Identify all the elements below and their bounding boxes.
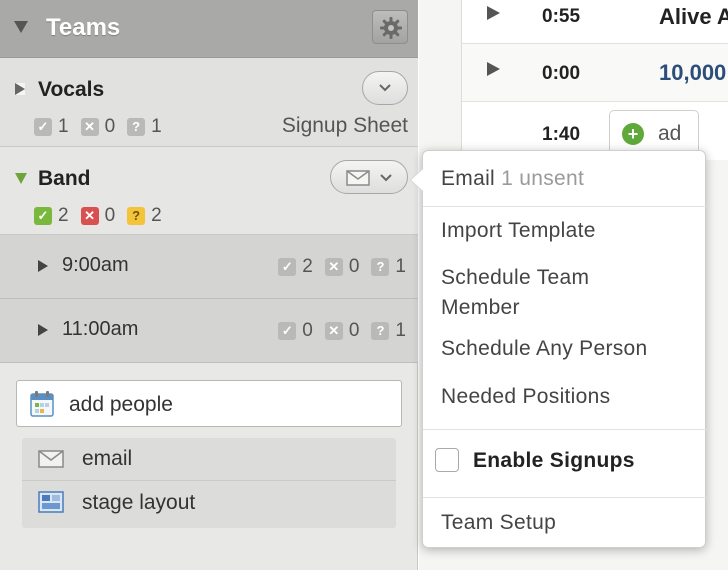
plus-icon: + xyxy=(622,123,644,145)
time-row[interactable]: 11:00am ✓ 0 ✕ 0 ? 1 xyxy=(0,299,418,363)
menu-item-import-template[interactable]: Import Template xyxy=(441,219,596,243)
declined-icon: ✕ xyxy=(80,207,99,225)
team-options-menu: Email 1 unsent Import Template Schedule … xyxy=(411,150,707,548)
confirmed-count: 0 xyxy=(302,320,313,341)
stage-layout-label: stage layout xyxy=(82,491,196,514)
menu-item-schedule-any-person[interactable]: Schedule Any Person xyxy=(441,337,648,361)
teams-title: Teams xyxy=(46,14,121,41)
item-title[interactable]: Alive A xyxy=(659,4,728,30)
chevron-down-icon xyxy=(379,84,391,92)
signup-sheet-link[interactable]: Signup Sheet xyxy=(282,114,408,138)
item-duration: 0:00 xyxy=(542,63,581,84)
unconfirmed-count: 2 xyxy=(151,205,162,226)
team-counts: ✓ 2 ✕ 0 ? 2 xyxy=(34,205,174,227)
item-title[interactable]: 10,000 xyxy=(659,60,726,86)
unconfirmed-count: 1 xyxy=(395,320,406,341)
schedule-row[interactable]: 0:55 Alive A xyxy=(462,0,728,44)
email-label: Email xyxy=(441,167,496,190)
add-item-label: ad xyxy=(658,122,682,145)
team-vocals: Vocals ✓ 1 ✕ 0 ? 1 Signup Sheet xyxy=(0,58,418,147)
team-counts: ✓ 1 ✕ 0 ? 1 xyxy=(34,116,174,138)
declined-count: 0 xyxy=(348,320,360,341)
menu-item-needed-positions[interactable]: Needed Positions xyxy=(441,385,610,409)
confirmed-icon: ✓ xyxy=(34,118,52,136)
email-status: 1 unsent xyxy=(501,167,585,190)
email-action[interactable]: email xyxy=(22,438,396,481)
unconfirmed-count: 1 xyxy=(395,256,406,277)
envelope-icon xyxy=(346,170,370,186)
menu-divider xyxy=(423,497,707,498)
schedule-team-member-line1: Schedule Team xyxy=(441,266,590,289)
enable-signups-checkbox[interactable] xyxy=(435,448,459,472)
time-counts: ✓ 2 ✕ 0 ? 1 xyxy=(266,256,406,278)
menu-item-email[interactable]: Email 1 unsent xyxy=(441,167,584,191)
collapse-teams-caret-icon[interactable] xyxy=(14,21,28,33)
unconfirmed-icon: ? xyxy=(371,322,390,340)
time-row[interactable]: 9:00am ✓ 2 ✕ 0 ? 1 xyxy=(0,235,418,299)
confirmed-icon: ✓ xyxy=(278,258,297,276)
gear-icon xyxy=(380,17,402,39)
time-label: 11:00am xyxy=(62,318,139,340)
time-label: 9:00am xyxy=(62,254,129,276)
menu-divider xyxy=(423,206,707,207)
envelope-icon xyxy=(38,450,64,468)
team-name[interactable]: Band xyxy=(38,167,91,191)
expand-team-caret-icon[interactable] xyxy=(15,83,25,95)
schedule-row[interactable]: 0:00 10,000 xyxy=(462,44,728,102)
teams-header[interactable]: Teams xyxy=(0,0,418,58)
team-options-button[interactable] xyxy=(362,71,408,105)
declined-count: 0 xyxy=(104,205,116,226)
play-icon[interactable] xyxy=(487,62,500,76)
declined-count: 0 xyxy=(348,256,360,277)
team-actions: email stage layout xyxy=(22,438,396,528)
unconfirmed-count: 1 xyxy=(151,116,162,137)
chevron-down-icon xyxy=(380,174,392,182)
confirmed-icon: ✓ xyxy=(278,322,297,340)
expand-time-caret-icon[interactable] xyxy=(38,260,48,272)
declined-icon: ✕ xyxy=(80,118,99,136)
add-people-label: add people xyxy=(69,393,173,416)
item-duration: 0:55 xyxy=(542,6,581,27)
team-name[interactable]: Vocals xyxy=(38,78,104,102)
add-people-button[interactable]: add people xyxy=(16,380,402,427)
menu-item-team-setup[interactable]: Team Setup xyxy=(441,511,556,535)
confirmed-count: 2 xyxy=(302,256,313,277)
menu-divider xyxy=(423,429,707,430)
declined-icon: ✕ xyxy=(324,258,343,276)
confirmed-count: 2 xyxy=(58,205,69,226)
enable-signups-label[interactable]: Enable Signups xyxy=(473,449,635,473)
calendar-icon xyxy=(30,391,54,417)
unconfirmed-icon: ? xyxy=(127,207,146,225)
declined-icon: ✕ xyxy=(324,322,343,340)
menu-pointer xyxy=(411,169,423,191)
team-options-button[interactable] xyxy=(330,160,408,194)
teams-panel: Teams Vocals ✓ 1 ✕ 0 ? 1 Signup Sheet Ba… xyxy=(0,0,418,570)
play-icon[interactable] xyxy=(487,6,500,20)
stage-layout-action[interactable]: stage layout xyxy=(22,482,396,525)
unconfirmed-icon: ? xyxy=(371,258,390,276)
email-action-label: email xyxy=(82,447,133,470)
schedule-team-member-line2: Member xyxy=(441,296,520,319)
time-counts: ✓ 0 ✕ 0 ? 1 xyxy=(266,320,406,342)
team-band: Band ✓ 2 ✕ 0 ? 2 xyxy=(0,147,418,235)
collapse-team-caret-icon[interactable] xyxy=(15,173,27,184)
declined-count: 0 xyxy=(104,116,116,137)
confirmed-icon: ✓ xyxy=(34,207,52,225)
teams-settings-button[interactable] xyxy=(372,10,408,44)
item-duration: 1:40 xyxy=(542,124,581,145)
menu-item-schedule-team-member[interactable]: Schedule Team Member xyxy=(441,263,589,323)
stage-layout-icon xyxy=(38,491,64,513)
expand-time-caret-icon[interactable] xyxy=(38,324,48,336)
unconfirmed-icon: ? xyxy=(127,118,146,136)
confirmed-count: 1 xyxy=(58,116,69,137)
